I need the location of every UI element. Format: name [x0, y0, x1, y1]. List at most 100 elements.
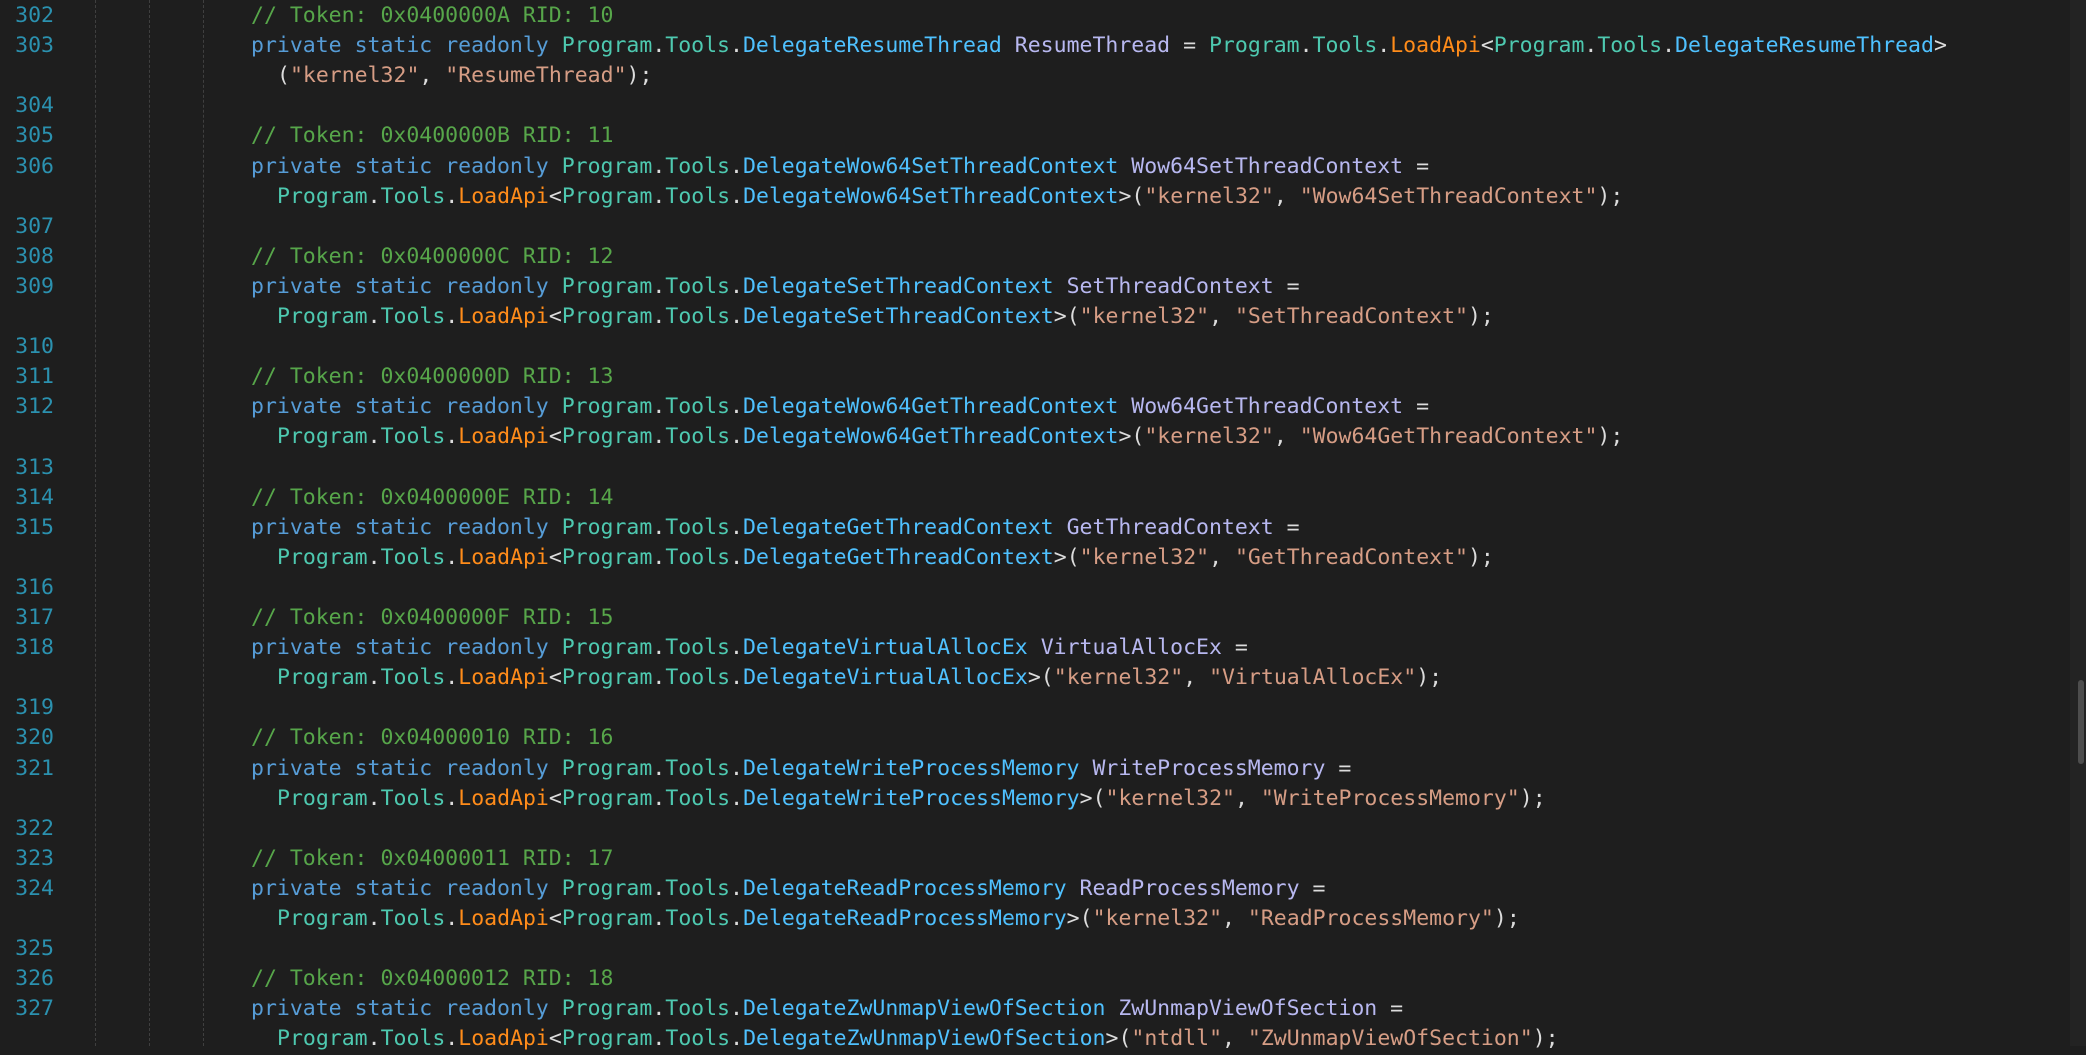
delegate-type-token: DelegateWow64SetThreadContext	[742, 153, 1119, 179]
code-text: Program.Tools.LoadApi<Program.Tools.Dele…	[277, 662, 1442, 694]
comment-token: // Token: 0x0400000F RID: 15	[251, 605, 614, 630]
line-number: 316	[15, 574, 54, 600]
code-line[interactable]: Program.Tools.LoadApi<Program.Tools.Dele…	[0, 542, 2070, 574]
punctuation-token: <	[548, 1026, 562, 1052]
punctuation-token: .	[652, 1026, 666, 1052]
code-line[interactable]: Program.Tools.LoadApi<Program.Tools.Dele…	[0, 662, 2070, 694]
punctuation-token: .	[730, 544, 744, 570]
field-name-token: Wow64GetThreadContext	[1131, 394, 1404, 420]
code-line[interactable]: Program.Tools.LoadApi<Program.Tools.Dele…	[0, 1023, 2070, 1055]
class-token: Tools	[665, 1026, 731, 1052]
punctuation-token: .	[652, 514, 666, 540]
line-number: 311	[15, 364, 54, 390]
namespace-token: Program	[561, 665, 653, 691]
punctuation-token: ,	[1209, 304, 1235, 329]
code-line[interactable]: Program.Tools.LoadApi<Program.Tools.Dele…	[0, 181, 2070, 213]
code-line[interactable]: 319	[0, 692, 2070, 724]
class-token: Tools	[380, 424, 446, 450]
class-token: Tools	[380, 665, 446, 691]
namespace-token: Program	[561, 875, 653, 901]
code-line[interactable]: 320 // Token: 0x04000010 RID: 16	[0, 722, 2070, 754]
punctuation-token: .	[1377, 33, 1391, 59]
code-line[interactable]: 317 // Token: 0x0400000F RID: 15	[0, 602, 2070, 634]
code-line[interactable]: 326 // Token: 0x04000012 RID: 18	[0, 963, 2070, 995]
scrollbar-thumb[interactable]	[2078, 680, 2084, 764]
code-line[interactable]: 325	[0, 933, 2070, 965]
namespace-token: Program	[561, 394, 653, 420]
code-line[interactable]: Program.Tools.LoadApi<Program.Tools.Dele…	[0, 903, 2070, 935]
namespace-token: Program	[561, 785, 653, 811]
code-line[interactable]: 309 private static readonly Program.Tools…	[0, 271, 2070, 303]
code-line[interactable]: 321 private static readonly Program.Tools…	[0, 753, 2070, 785]
punctuation-token: .	[652, 424, 666, 450]
punctuation-token: .	[445, 1026, 459, 1052]
code-line[interactable]: 313	[0, 452, 2070, 484]
code-line[interactable]: Program.Tools.LoadApi<Program.Tools.Dele…	[0, 301, 2070, 333]
code-line[interactable]: 302 // Token: 0x0400000A RID: 10	[0, 0, 2070, 32]
vertical-scrollbar[interactable]	[2070, 0, 2086, 1046]
punctuation-token: >	[1079, 785, 1093, 811]
code-line[interactable]: 306 private static readonly Program.Tools…	[0, 151, 2070, 183]
keyword-token: static	[354, 33, 433, 59]
code-line[interactable]: 303 private static readonly Program.Tools…	[0, 30, 2070, 62]
code-line[interactable]: 318 private static readonly Program.Tools…	[0, 632, 2070, 664]
code-line[interactable]: 323 // Token: 0x04000011 RID: 17	[0, 843, 2070, 875]
punctuation-token: .	[652, 755, 666, 781]
code-line[interactable]: 316	[0, 572, 2070, 604]
field-name-token: GetThreadContext	[1066, 514, 1274, 540]
punctuation-token: .	[652, 153, 666, 179]
punctuation-token: ,	[419, 63, 446, 89]
punctuation-token: );	[626, 63, 653, 89]
namespace-token: Program	[561, 183, 653, 209]
code-line[interactable]: 310	[0, 331, 2070, 363]
code-line[interactable]: ("kernel32", "ResumeThread");	[0, 60, 2070, 92]
code-text: Program.Tools.LoadApi<Program.Tools.Dele…	[277, 181, 1623, 213]
punctuation-token: .	[652, 304, 666, 329]
punctuation-token: .	[652, 394, 666, 420]
punctuation-token: =	[1403, 394, 1442, 420]
punctuation-token: >	[1053, 544, 1067, 570]
code-line[interactable]: 312 private static readonly Program.Tools…	[0, 391, 2070, 423]
punctuation-token: <	[548, 424, 562, 450]
code-text: // Token: 0x0400000C RID: 12	[251, 241, 613, 273]
dll-string-token: "kernel32"	[1079, 544, 1210, 570]
punctuation-token: (	[277, 63, 290, 89]
code-line[interactable]: 311 // Token: 0x0400000D RID: 13	[0, 361, 2070, 393]
code-line[interactable]: 307	[0, 211, 2070, 243]
code-line[interactable]: 324 private static readonly Program.Tools…	[0, 873, 2070, 905]
code-line[interactable]: 305 // Token: 0x0400000B RID: 11	[0, 120, 2070, 152]
code-line[interactable]: 304	[0, 90, 2070, 122]
code-editor[interactable]: 302 // Token: 0x0400000A RID: 10 303 privat…	[0, 0, 2070, 1051]
punctuation-token: >	[1105, 1026, 1119, 1052]
punctuation-token: =	[1273, 514, 1313, 540]
api-string-token: "WriteProcessMemory"	[1260, 785, 1520, 811]
api-string-token: "Wow64SetThreadContext"	[1299, 183, 1598, 209]
code-line[interactable]: 308 // Token: 0x0400000C RID: 12	[0, 241, 2070, 273]
code-line[interactable]: 327 private static readonly Program.Tools…	[0, 993, 2070, 1025]
punctuation-token: .	[652, 183, 666, 209]
code-line[interactable]: 315 private static readonly Program.Tools…	[0, 512, 2070, 544]
keyword-token: static	[354, 635, 433, 661]
code-line[interactable]: Program.Tools.LoadApi<Program.Tools.Dele…	[0, 783, 2070, 815]
punctuation-token: .	[367, 424, 381, 450]
punctuation-token: );	[1532, 1026, 1559, 1052]
punctuation-token: <	[1480, 33, 1494, 59]
punctuation-token: ,	[1273, 183, 1300, 209]
delegate-type-token: DelegateResumeThread	[742, 33, 1002, 59]
line-number: 319	[15, 695, 54, 721]
namespace-token: Program	[277, 544, 368, 570]
keyword-token: private	[251, 635, 342, 661]
code-line[interactable]: Program.Tools.LoadApi<Program.Tools.Dele…	[0, 421, 2070, 453]
code-line[interactable]: 322	[0, 813, 2070, 845]
code-text: private static readonly Program.Tools.De…	[251, 753, 1364, 785]
code-text: // Token: 0x0400000A RID: 10	[251, 0, 613, 32]
delegate-type-token: DelegateSetThreadContext	[742, 273, 1054, 299]
code-line[interactable]: 314 // Token: 0x0400000E RID: 14	[0, 482, 2070, 514]
